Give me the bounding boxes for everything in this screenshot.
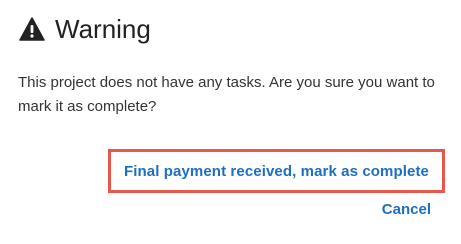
mark-complete-button[interactable]: Final payment received, mark as complete [124,163,429,180]
dialog-title: Warning [55,14,151,44]
warning-dialog: Warning This project does not have any t… [0,0,461,244]
cancel-button[interactable]: Cancel [382,201,431,218]
dialog-message: This project does not have any tasks. Ar… [18,74,435,115]
dialog-header: Warning [19,12,151,46]
warning-triangle-icon [19,17,45,41]
primary-action-highlight: Final payment received, mark as complete [108,149,445,193]
